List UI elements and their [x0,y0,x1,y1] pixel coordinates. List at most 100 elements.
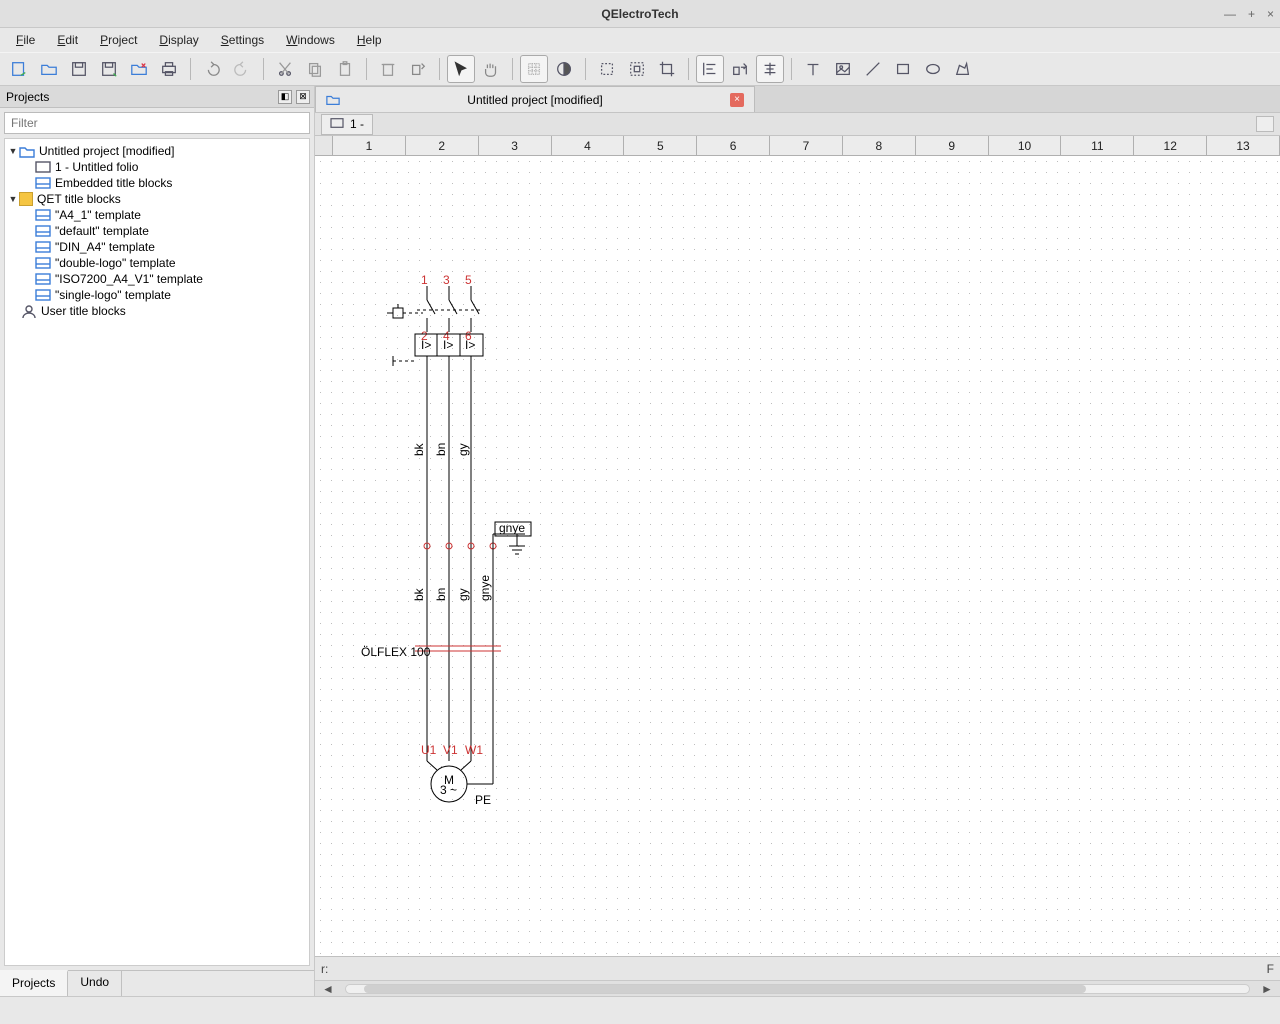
tree-template-item[interactable]: "ISO7200_A4_V1" template [5,271,309,287]
document-tab-close-icon[interactable]: × [730,93,744,107]
panel-float-button[interactable]: ◧ [278,90,292,104]
undo-button[interactable] [198,55,226,83]
folio-tab-label: 1 - [350,117,364,131]
ruler-cell: 8 [843,136,916,155]
tree-template-item[interactable]: "default" template [5,223,309,239]
svg-text:I>: I> [421,338,431,352]
svg-text:W1: W1 [465,743,483,757]
select-tool-button[interactable] [447,55,475,83]
menu-file[interactable]: File [6,31,45,49]
open-button[interactable] [35,55,63,83]
tree-template-item[interactable]: "DIN_A4" template [5,239,309,255]
cut-button[interactable] [271,55,299,83]
menu-help[interactable]: Help [347,31,392,49]
projects-filter-input[interactable] [4,112,310,134]
svg-text:3: 3 [443,273,450,287]
close-file-button[interactable] [125,55,153,83]
scroll-right-button[interactable]: ► [1254,982,1280,996]
ruler-cell: 1 [333,136,406,155]
horizontal-scrollbar[interactable]: ◄ ► [315,980,1280,996]
sidebar-tabs: Projects Undo [0,970,314,996]
pan-tool-button[interactable] [477,55,505,83]
image-tool-button[interactable] [829,55,857,83]
line-tool-button[interactable] [859,55,887,83]
menubar: File Edit Project Display Settings Windo… [0,28,1280,52]
scroll-left-button[interactable]: ◄ [315,982,341,996]
svg-text:gnye: gnye [499,521,525,535]
tree-embedded-tb[interactable]: Embedded title blocks [5,175,309,191]
text-tool-button[interactable] [799,55,827,83]
folio-icon [35,160,51,174]
paste-button[interactable] [331,55,359,83]
delete-button[interactable] [374,55,402,83]
document-tab[interactable]: Untitled project [modified] × [315,86,755,112]
menu-project[interactable]: Project [90,31,147,49]
document-tab-title: Untitled project [modified] [348,93,722,107]
ruler-cell: 2 [406,136,479,155]
qet-icon [19,192,33,206]
rect-tool-button[interactable] [889,55,917,83]
align-center-button[interactable] [756,55,784,83]
panel-close-button[interactable]: ⊠ [296,90,310,104]
grid-button[interactable] [520,55,548,83]
svg-text:bn: bn [434,588,448,601]
menu-windows[interactable]: Windows [276,31,345,49]
flip-button[interactable] [726,55,754,83]
save-button[interactable] [65,55,93,83]
copy-button[interactable] [301,55,329,83]
align-left-button[interactable] [696,55,724,83]
tree-template-item[interactable]: "single-logo" template [5,287,309,303]
tree-folio[interactable]: 1 - Untitled folio [5,159,309,175]
tree-user-group[interactable]: User title blocks [5,303,309,319]
titleblock-icon [35,288,51,302]
redo-button[interactable] [228,55,256,83]
titleblock-icon [35,240,51,254]
svg-text:1: 1 [421,273,428,287]
polygon-tool-button[interactable] [949,55,977,83]
add-folio-button[interactable] [1256,116,1274,132]
svg-text:3 ~: 3 ~ [440,783,457,797]
crop-button[interactable] [653,55,681,83]
select-area-button[interactable] [593,55,621,83]
user-icon [21,304,37,318]
tree-qet-group[interactable]: ▼ QET title blocks [5,191,309,207]
menu-display[interactable]: Display [149,31,208,49]
tab-undo[interactable]: Undo [68,971,122,996]
tree-template-item[interactable]: "A4_1" template [5,207,309,223]
ellipse-tool-button[interactable] [919,55,947,83]
svg-text:5: 5 [465,273,472,287]
save-as-button[interactable] [95,55,123,83]
ruler-cell: 12 [1134,136,1207,155]
folio-info-bar: r: F [315,956,1280,980]
statusbar [0,996,1280,1024]
rotate-button[interactable] [404,55,432,83]
svg-text:U1: U1 [421,743,437,757]
work-area: Untitled project [modified] × 1 - 123456… [315,86,1280,996]
titleblock-icon [35,208,51,222]
minimize-button[interactable]: — [1224,7,1236,21]
folder-icon [19,144,35,158]
tab-projects[interactable]: Projects [0,970,68,996]
titleblock-icon [35,224,51,238]
svg-text:PE: PE [475,793,491,807]
svg-text:gnye: gnye [478,575,492,601]
projects-tree[interactable]: ▼ Untitled project [modified] 1 - Untitl… [4,138,310,966]
tree-project-root[interactable]: ▼ Untitled project [modified] [5,143,309,159]
tree-template-item[interactable]: "double-logo" template [5,255,309,271]
print-button[interactable] [155,55,183,83]
folder-icon [326,93,340,107]
ruler-cell: 7 [770,136,843,155]
titleblock-icon [35,272,51,286]
new-button[interactable] [5,55,33,83]
contrast-button[interactable] [550,55,578,83]
folio-tab[interactable]: 1 - [321,114,373,135]
maximize-button[interactable]: + [1248,7,1255,21]
main-toolbar [0,52,1280,86]
ruler-cell: 11 [1061,136,1134,155]
close-button[interactable]: × [1267,7,1274,21]
menu-edit[interactable]: Edit [47,31,88,49]
window-title: QElectroTech [601,7,678,21]
menu-settings[interactable]: Settings [211,31,274,49]
drawing-canvas[interactable]: 1 2 3 4 [315,156,1280,956]
fit-view-button[interactable] [623,55,651,83]
